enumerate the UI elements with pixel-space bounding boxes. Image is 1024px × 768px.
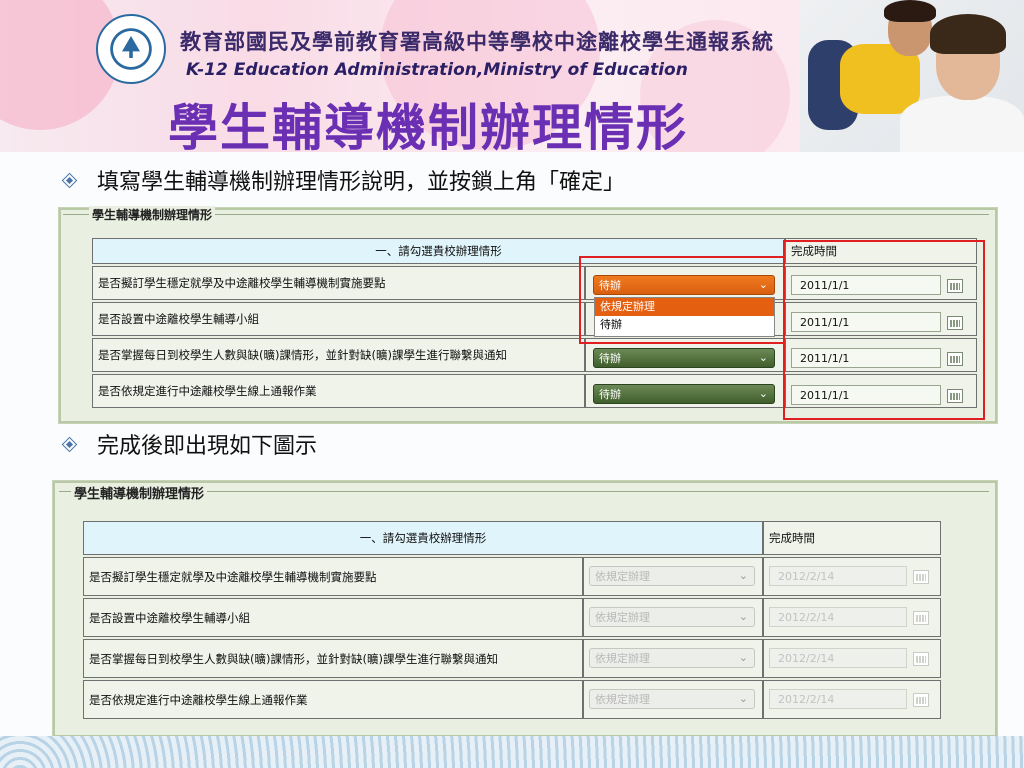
fieldset-legend: 學生輔導機制辦理情形: [89, 206, 216, 223]
status-select-disabled: 依規定辦理 ⌄: [589, 648, 755, 668]
header-banner: 教育部國民及學前教育署高級中等學校中途離校學生通報系統 K-12 Educati…: [0, 0, 1024, 152]
table-row-label: 是否掌握每日到校學生人數與缺(曠)課情形，並針對缺(曠)課學生進行聯繫與通知: [92, 338, 585, 372]
chevron-down-icon: ⌄: [758, 351, 768, 364]
ministry-logo: [96, 14, 166, 84]
calendar-icon: [913, 652, 929, 666]
table-header-options: 一、請勾選貴校辦理情形: [83, 521, 763, 555]
decorative-footer: [0, 736, 1024, 768]
students-photo: [800, 0, 1024, 152]
site-subtitle: K-12 Education Administration,Ministry o…: [186, 60, 688, 80]
table-row-label: 是否設置中途離校學生輔導小組: [83, 598, 583, 637]
table-header-date: 完成時間: [763, 521, 941, 555]
table-row-label: 是否擬訂學生穩定就學及中途離校學生輔導機制實施要點: [83, 557, 583, 596]
table-row-label: 是否擬訂學生穩定就學及中途離校學生輔導機制實施要點: [92, 266, 585, 300]
page-title: 學生輔導機制辦理情形: [168, 99, 688, 152]
form-panel-after: 學生輔導機制辦理情形 一、請勾選貴校辦理情形 完成時間 是否擬訂學生穩定就學及中…: [52, 480, 998, 738]
status-select-disabled: 依規定辦理 ⌄: [589, 607, 755, 627]
chevron-down-icon: ⌄: [738, 569, 748, 582]
table-row-label: 是否掌握每日到校學生人數與缺(曠)課情形，並針對缺(曠)課學生進行聯繫與通知: [83, 639, 583, 678]
table-row-label: 是否依規定進行中途離校學生線上通報作業: [83, 680, 583, 719]
calendar-icon: [913, 693, 929, 707]
table-row-label: 是否設置中途離校學生輔導小組: [92, 302, 585, 336]
status-select[interactable]: 待辦 ⌄: [593, 384, 775, 404]
highlight-box-select: [579, 256, 785, 344]
chevron-down-icon: ⌄: [738, 692, 748, 705]
date-input-disabled: 2012/2/14: [769, 689, 907, 709]
chevron-down-icon: ⌄: [758, 387, 768, 400]
status-select[interactable]: 待辦 ⌄: [593, 348, 775, 368]
date-input-disabled: 2012/2/14: [769, 607, 907, 627]
highlight-box-date: [783, 240, 985, 420]
fieldset-legend: 學生輔導機制辦理情形: [71, 483, 208, 502]
table-row-label: 是否依規定進行中途離校學生線上通報作業: [92, 374, 585, 408]
chevron-down-icon: ⌄: [738, 651, 748, 664]
form-panel-before: 學生輔導機制辦理情形 一、請勾選貴校辦理情形 完成時間 是否擬訂學生穩定就學及中…: [58, 206, 998, 424]
site-title: 教育部國民及學前教育署高級中等學校中途離校學生通報系統: [180, 29, 774, 54]
calendar-icon: [913, 570, 929, 584]
diamond-bullet-icon: [61, 436, 78, 453]
calendar-icon: [913, 611, 929, 625]
chevron-down-icon: ⌄: [738, 610, 748, 623]
instruction-bullet-2: 完成後即出現如下圖示: [61, 428, 317, 460]
diamond-bullet-icon: [61, 172, 78, 189]
date-input-disabled: 2012/2/14: [769, 648, 907, 668]
status-select-disabled: 依規定辦理 ⌄: [589, 689, 755, 709]
instruction-bullet-1: 填寫學生輔導機制辦理情形說明，並按鎖上角「確定」: [61, 164, 625, 196]
date-input-disabled: 2012/2/14: [769, 566, 907, 586]
status-select-disabled: 依規定辦理 ⌄: [589, 566, 755, 586]
